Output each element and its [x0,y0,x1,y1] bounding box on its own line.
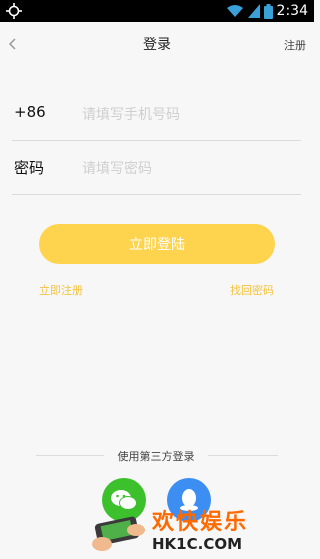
password-input[interactable] [80,154,294,184]
status-time: 2:34 [276,3,308,19]
page-title: 登录 [143,37,171,53]
gps-icon [6,3,22,19]
battery-icon [263,3,273,19]
country-code[interactable]: +86 [14,103,46,121]
title-bar: 登录 注册 [0,22,314,66]
phone-input[interactable] [80,100,294,130]
status-bar: 2:34 [0,0,314,22]
gamepad-hands-icon [92,516,145,551]
phone-row: +86 [12,92,301,141]
wifi-icon [226,5,243,17]
watermark-text-en: HK1C.COM [152,535,243,553]
third-party-title: 使用第三方登录 [117,450,195,463]
forgot-password-link[interactable]: 找回密码 [230,282,274,298]
signal-icon [247,4,260,18]
divider-right [208,455,278,456]
register-now-link[interactable]: 立即注册 [39,282,83,298]
divider-left [36,455,104,456]
password-row: 密码 [12,146,301,195]
login-button[interactable]: 立即登陆 [39,224,275,264]
password-label: 密码 [14,159,45,177]
register-button[interactable]: 注册 [284,37,306,53]
watermark-text-cn: 欢快娱乐 [152,510,249,535]
login-form: +86 密码 [12,92,301,195]
watermark: 欢快娱乐 HK1C.COM [90,500,314,559]
